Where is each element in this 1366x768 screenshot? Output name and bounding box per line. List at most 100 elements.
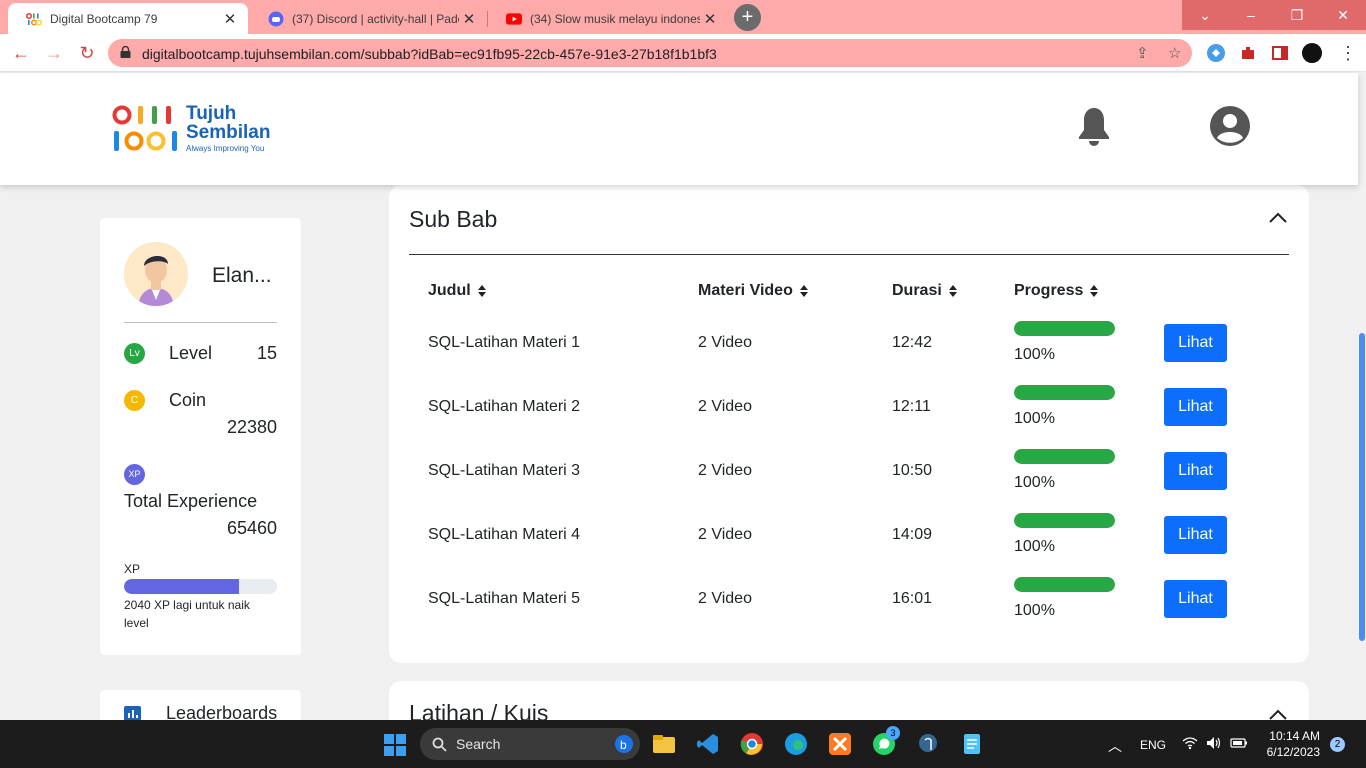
- row-progress-bar: [1014, 321, 1115, 336]
- row-materi: 2 Video: [698, 398, 752, 415]
- lihat-button[interactable]: Lihat: [1164, 580, 1227, 618]
- profile-divider: [124, 322, 277, 323]
- row-progress-bar: [1014, 385, 1115, 400]
- reload-icon[interactable]: ↻: [75, 41, 99, 65]
- row-progress-percent: 100%: [1014, 474, 1055, 491]
- battery-icon[interactable]: [1230, 736, 1248, 750]
- sub-bab-card: Sub Bab Judul Materi Video Durasi Progre…: [389, 185, 1309, 663]
- row-materi: 2 Video: [698, 590, 752, 607]
- notepad-icon[interactable]: [960, 732, 984, 756]
- column-header-durasi[interactable]: Durasi: [892, 282, 957, 300]
- extension-icon[interactable]: [1206, 43, 1226, 63]
- wifi-icon[interactable]: [1182, 736, 1198, 750]
- close-window-button[interactable]: ✕: [1320, 0, 1366, 30]
- clock-time[interactable]: 10:14 AM: [1262, 729, 1320, 743]
- tab-title: (34) Slow musik melayu indonesi: [530, 11, 700, 26]
- kebab-menu-icon[interactable]: ⋮: [1336, 41, 1360, 65]
- windows-start-icon[interactable]: [384, 734, 406, 756]
- row-materi: 2 Video: [698, 462, 752, 479]
- bar-chart-icon: [124, 706, 141, 721]
- tab-search-chevron-icon[interactable]: ⌄: [1182, 0, 1228, 30]
- row-durasi: 12:11: [892, 398, 931, 415]
- user-account-icon[interactable]: [1210, 106, 1250, 146]
- whatsapp-badge: 3: [886, 726, 900, 740]
- user-avatar: [124, 242, 188, 306]
- minimize-button[interactable]: –: [1228, 0, 1274, 30]
- windows-taskbar: Search b 3 ︿ ENG 10:14 AM 6/12/2023 2: [0, 720, 1366, 768]
- address-bar[interactable]: digitalbootcamp.tujuhsembilan.com/subbab…: [108, 39, 1192, 67]
- total-experience-label: Total Experience: [124, 491, 258, 511]
- bing-icon: b: [615, 735, 633, 753]
- tab-digital-bootcamp[interactable]: Digital Bootcamp 79 ✕: [8, 3, 248, 34]
- row-progress-fill: [1014, 449, 1115, 464]
- lihat-button[interactable]: Lihat: [1164, 324, 1227, 362]
- column-header-label: Durasi: [892, 282, 942, 299]
- level-label: Level: [169, 343, 213, 363]
- xp-progress-bar: [124, 579, 277, 594]
- chevron-up-icon[interactable]: [1269, 212, 1287, 224]
- tab-youtube[interactable]: (34) Slow musik melayu indonesi ✕: [488, 3, 728, 34]
- puzzle-extensions-icon[interactable]: [1238, 43, 1258, 63]
- tab-discord[interactable]: (37) Discord | activity-hall | Padep ✕: [250, 3, 487, 34]
- back-arrow-icon[interactable]: ←: [9, 41, 33, 65]
- taskbar-search-box[interactable]: Search b: [420, 728, 640, 760]
- restore-button[interactable]: ❐: [1274, 0, 1320, 30]
- file-explorer-icon[interactable]: [652, 732, 676, 756]
- row-progress-percent: 100%: [1014, 410, 1055, 427]
- tray-overflow-icon[interactable]: ︿: [1108, 736, 1122, 756]
- xampp-icon[interactable]: [828, 732, 852, 756]
- url-text: digitalbootcamp.tujuhsembilan.com/subbab…: [142, 46, 717, 62]
- new-tab-button[interactable]: +: [734, 4, 761, 31]
- lihat-button[interactable]: Lihat: [1164, 388, 1227, 426]
- row-progress-bar: [1014, 513, 1115, 528]
- tujuh-sembilan-logo[interactable]: Tujuh Sembilan Always Improving You: [112, 104, 270, 159]
- profile-avatar-icon[interactable]: [1302, 43, 1322, 63]
- row-judul: SQL-Latihan Materi 2: [428, 398, 581, 415]
- postgres-icon[interactable]: [916, 732, 940, 756]
- browser-toolbar: ← → ↻ digitalbootcamp.tujuhsembilan.com/…: [0, 34, 1366, 72]
- notification-bell-icon[interactable]: [1076, 106, 1112, 148]
- sort-icon: [1090, 285, 1099, 297]
- row-materi: 2 Video: [698, 334, 752, 351]
- close-tab-icon[interactable]: ✕: [220, 10, 240, 28]
- xp-badge: XP: [124, 464, 145, 485]
- row-durasi: 14:09: [892, 526, 933, 543]
- level-badge: Lv: [124, 343, 145, 364]
- avatar-illustration-icon: [124, 242, 188, 306]
- share-icon[interactable]: ⇪: [1136, 44, 1149, 62]
- coin-badge: C: [124, 390, 145, 411]
- bookmark-star-icon[interactable]: ☆: [1168, 44, 1181, 62]
- volume-icon[interactable]: [1206, 736, 1222, 750]
- xp-remaining-note: 2040 XP lagi untuk naik level: [124, 598, 250, 630]
- vscode-icon[interactable]: [696, 732, 720, 756]
- column-header-progress[interactable]: Progress: [1014, 282, 1099, 300]
- edge-icon[interactable]: [784, 732, 808, 756]
- clock-date[interactable]: 6/12/2023: [1262, 745, 1320, 759]
- title-divider: [409, 254, 1289, 255]
- notification-count-badge[interactable]: 2: [1330, 737, 1345, 752]
- row-judul: SQL-Latihan Materi 1: [428, 334, 581, 351]
- lock-icon: [120, 46, 131, 58]
- column-header-judul[interactable]: Judul: [428, 282, 486, 300]
- sort-icon: [477, 285, 486, 297]
- search-label: Search: [456, 736, 501, 752]
- row-progress-fill: [1014, 321, 1115, 336]
- close-tab-icon[interactable]: ✕: [700, 10, 720, 28]
- close-tab-icon[interactable]: ✕: [459, 10, 479, 28]
- column-header-materi-video[interactable]: Materi Video: [698, 282, 808, 300]
- page-scrollbar-thumb[interactable]: [1359, 333, 1365, 641]
- chrome-icon[interactable]: [740, 732, 764, 756]
- lihat-button[interactable]: Lihat: [1164, 452, 1227, 490]
- xp-progress-fill: [124, 579, 239, 594]
- whatsapp-app[interactable]: 3: [872, 726, 900, 761]
- forward-arrow-icon[interactable]: →: [42, 41, 66, 65]
- site-header: Tujuh Sembilan Always Improving You: [0, 73, 1358, 185]
- coin-value: 22380: [226, 417, 277, 437]
- xp-bar-label: XP: [124, 562, 141, 576]
- row-progress-percent: 100%: [1014, 346, 1055, 363]
- lihat-button[interactable]: Lihat: [1164, 516, 1227, 554]
- side-panel-icon[interactable]: [1270, 43, 1290, 63]
- search-icon: [432, 737, 447, 752]
- user-name: Elan...: [212, 264, 272, 287]
- language-indicator[interactable]: ENG: [1140, 738, 1166, 752]
